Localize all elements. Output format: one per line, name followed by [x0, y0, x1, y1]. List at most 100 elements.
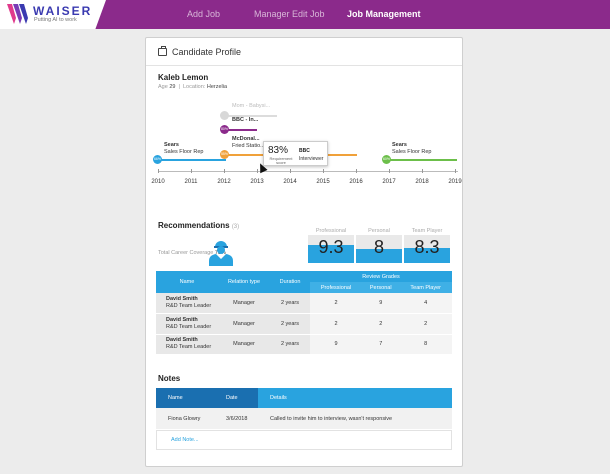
team-cell: 4 — [399, 293, 452, 314]
tooltip-company: BBC — [299, 148, 310, 154]
personal-cell: 2 — [362, 313, 400, 335]
waiser-logo-icon — [7, 4, 28, 24]
relation-cell: Manager — [218, 334, 270, 355]
candidate-location: Herzelia — [206, 84, 228, 90]
timeline-tick — [455, 169, 456, 173]
career-timeline: 2010 2011 2012 2013 2014 2015 2016 2017 … — [151, 98, 462, 188]
professional-cell: 9 — [310, 334, 363, 355]
timeline-tick — [191, 169, 192, 173]
timeline-year: 2012 — [217, 179, 231, 185]
col-team-player[interactable]: Team Player — [399, 282, 452, 293]
table-row[interactable]: David Smith R&D Team Leader Manager 2 yea… — [156, 313, 452, 335]
add-note-input[interactable]: Add Note... — [156, 430, 452, 450]
professional-cell: 2 — [310, 313, 363, 335]
timeline-axis — [158, 171, 458, 172]
timeline-year: 2013 — [250, 179, 264, 185]
brand-tagline: Putting AI to work — [34, 17, 77, 23]
recommender: David Smith R&D Team Leader — [156, 334, 218, 355]
timeline-year: 2018 — [415, 179, 429, 185]
candidate-age: 29 — [169, 84, 176, 90]
timeline-year: 2017 — [382, 179, 396, 185]
job-score-badge[interactable] — [220, 111, 229, 120]
recommendations-count: (3) — [231, 224, 240, 230]
candidate-meta: Age 29 | Location: Herzelia — [158, 84, 228, 90]
job-label-mcdonalds: McDonal... Fried Statio... — [232, 136, 265, 149]
grade-professional: 9.3 — [308, 235, 354, 263]
col-name[interactable]: Name — [156, 271, 218, 293]
candidate-profile-card: Candidate Profile Kaleb Lemon Age 29 | L… — [145, 37, 463, 467]
nav-add-job[interactable]: Add Job — [187, 9, 220, 19]
table-row[interactable]: David Smith R&D Team Leader Manager 2 yea… — [156, 293, 452, 314]
job-score-badge[interactable]: 55% — [220, 150, 229, 159]
personal-cell: 7 — [362, 334, 400, 355]
notes-table: Name Date Details Fiona Glowry 3/6/2018 … — [156, 388, 452, 429]
note-details: Called to invite him to interview, wasn'… — [258, 408, 452, 429]
card-header: Candidate Profile — [146, 38, 462, 66]
job-label-sears-2: Sears Sales Floor Rep — [392, 142, 432, 155]
job-score-badge[interactable]: 66% — [153, 155, 162, 164]
recommendations-title: Recommendations (3) — [158, 221, 240, 230]
professional-cell: 2 — [310, 293, 363, 314]
job-tooltip: 83% Requirement score BBC Interviewer — [263, 141, 328, 166]
job-label-sears-1: Sears Sales Floor Rep — [164, 142, 204, 155]
grade-label-personal: Personal — [368, 228, 390, 234]
timeline-tick — [224, 169, 225, 173]
brand-name: WAISER — [33, 4, 93, 18]
note-author: Fiona Glowry — [156, 408, 214, 429]
duration-cell: 2 years — [270, 313, 310, 335]
duration-cell: 2 years — [270, 334, 310, 355]
recommender: David Smith R&D Team Leader — [156, 313, 218, 335]
timeline-tick — [290, 169, 291, 173]
tooltip-percent: 83% — [268, 145, 289, 156]
grade-label-professional: Professional — [315, 228, 347, 234]
user-avatar-icon — [209, 241, 233, 266]
timeline-year: 2016 — [349, 179, 363, 185]
team-cell: 2 — [399, 313, 452, 335]
job-bar-sears-2[interactable] — [389, 159, 457, 161]
relation-cell: Manager — [218, 313, 270, 335]
timeline-year: 2015 — [316, 179, 330, 185]
col-note-date[interactable]: Date — [214, 388, 258, 408]
timeline-tick — [158, 169, 159, 173]
job-label-bbc: BBC - In... — [232, 117, 259, 123]
recommender: David Smith R&D Team Leader — [156, 293, 218, 314]
timeline-year: 2014 — [283, 179, 297, 185]
col-duration[interactable]: Duration — [270, 271, 310, 293]
timeline-tick — [356, 169, 357, 173]
col-note-details[interactable]: Details — [258, 388, 452, 408]
col-note-name[interactable]: Name — [156, 388, 214, 408]
briefcase-icon — [158, 46, 167, 56]
col-review-grades: Review Grades — [310, 271, 452, 282]
timeline-year: 2011 — [184, 179, 198, 185]
timeline-tick — [323, 169, 324, 173]
nav-manager-edit-job[interactable]: Manager Edit Job — [254, 9, 325, 19]
timeline-tick — [422, 169, 423, 173]
col-personal[interactable]: Personal — [362, 282, 400, 293]
grade-team-player: 8.3 — [404, 235, 450, 263]
tooltip-sub: Requirement score — [269, 156, 293, 165]
job-score-badge[interactable]: 60% — [382, 155, 391, 164]
table-row[interactable]: David Smith R&D Team Leader Manager 2 yea… — [156, 334, 452, 355]
grade-label-team-player: Team Player — [411, 228, 443, 234]
team-cell: 8 — [399, 334, 452, 355]
timeline-year: 2019 — [448, 179, 462, 185]
notes-title: Notes — [158, 374, 181, 383]
job-bar-sears-1[interactable] — [160, 159, 226, 161]
logo[interactable]: WAISER Putting AI to work — [0, 0, 106, 29]
candidate-name: Kaleb Lemon — [158, 73, 209, 82]
note-row[interactable]: Fiona Glowry 3/6/2018 Called to invite h… — [156, 408, 452, 429]
job-label-babysitting: Mom - Babysi... — [232, 103, 271, 109]
timeline-year: 2010 — [151, 179, 165, 185]
recommendations-table: Name Relation type Duration Review Grade… — [156, 271, 452, 355]
note-date: 3/6/2018 — [214, 408, 258, 429]
timeline-tick — [389, 169, 390, 173]
duration-cell: 2 years — [270, 293, 310, 314]
top-navigation-bar: WAISER Putting AI to work Add Job Manage… — [0, 0, 610, 29]
tooltip-role: Interviewer — [299, 156, 324, 162]
col-professional[interactable]: Professional — [310, 282, 363, 293]
personal-cell: 9 — [362, 293, 400, 314]
job-bar-bbc[interactable] — [227, 129, 257, 131]
col-relation[interactable]: Relation type — [218, 271, 270, 293]
nav-job-management[interactable]: Job Management — [347, 9, 421, 19]
job-score-badge[interactable]: 80% — [220, 125, 229, 134]
